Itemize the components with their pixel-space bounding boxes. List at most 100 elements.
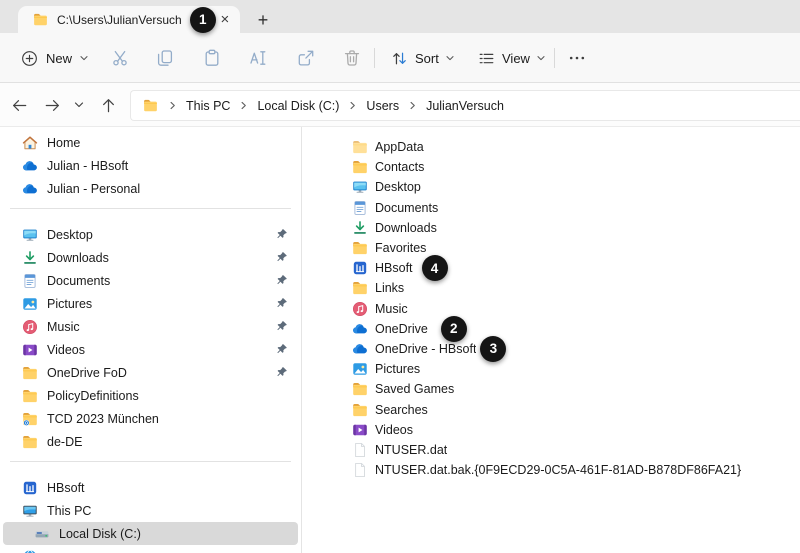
breadcrumb-item-julianversuch[interactable]: JulianVersuch <box>425 97 505 115</box>
paste-button[interactable] <box>195 41 229 75</box>
toolbar-separator <box>554 48 555 68</box>
drive-icon <box>34 526 50 542</box>
chevron-down-icon <box>445 53 455 63</box>
file-appdata[interactable]: AppData <box>352 137 800 157</box>
sidebar-item-policydefinitions[interactable]: PolicyDefinitions <box>0 384 301 407</box>
tab-current[interactable]: C:\Users\JulianVersuch 1 × <box>18 6 240 33</box>
back-button[interactable] <box>3 89 35 121</box>
new-tab-button[interactable]: + <box>250 7 276 33</box>
sidebar-item-tcd-2023-m-nchen[interactable]: TCD 2023 München <box>0 407 301 430</box>
share-icon <box>296 48 316 68</box>
sidebar-item-label: Home <box>47 136 80 150</box>
arrow-up-icon <box>99 96 118 115</box>
sidebar-item-label: de-DE <box>47 435 82 449</box>
sidebar-item-desktop[interactable]: Desktop <box>0 223 301 246</box>
file-videos[interactable]: Videos <box>352 420 800 440</box>
sidebar-item-label: Julian - HBsoft <box>47 159 128 173</box>
sidebar-item-local-disk-c[interactable]: Local Disk (C:) <box>3 522 298 545</box>
sidebar-item-home[interactable]: Home <box>0 131 301 154</box>
pictures-icon <box>22 296 38 312</box>
file-music[interactable]: Music <box>352 299 800 319</box>
sidebar-item-label: HBsoft <box>47 481 85 495</box>
file-desktop[interactable]: Desktop <box>352 177 800 197</box>
sidebar-item-partial[interactable] <box>0 545 301 553</box>
videos-icon <box>22 342 38 358</box>
breadcrumb-item-this-pc[interactable]: This PC <box>185 97 231 115</box>
pin-icon <box>276 297 288 312</box>
file-list-pane: AppData Contacts Desktop Documents Downloads… <box>303 127 800 553</box>
chevron-down-icon <box>536 53 546 63</box>
file-favorites[interactable]: Favorites <box>352 238 800 258</box>
sidebar-item-label: OneDrive FoD <box>47 366 127 380</box>
sidebar-item-documents[interactable]: Documents <box>0 269 301 292</box>
chevron-down-icon <box>79 53 89 63</box>
copy-button[interactable] <box>148 41 182 75</box>
sidebar-item-label: This PC <box>47 504 91 518</box>
file-name: HBsoft <box>375 261 413 275</box>
folder-icon <box>22 365 38 381</box>
sidebar-item-pictures[interactable]: Pictures <box>0 292 301 315</box>
file-name: Contacts <box>375 160 424 174</box>
sidebar-item-de-de[interactable]: de-DE <box>0 430 301 453</box>
sidebar-item-videos[interactable]: Videos <box>0 338 301 361</box>
breadcrumb-item-users[interactable]: Users <box>365 97 400 115</box>
file-pictures[interactable]: Pictures <box>352 359 800 379</box>
file-links[interactable]: Links <box>352 278 800 298</box>
file-onedrive-hbsoft[interactable]: OneDrive - HBsoft3 <box>352 339 800 359</box>
file-name: Desktop <box>375 180 421 194</box>
file-onedrive[interactable]: OneDrive 2 <box>352 319 800 339</box>
sidebar-item-this-pc[interactable]: This PC <box>0 499 301 522</box>
folder-icon <box>143 98 158 113</box>
share-button[interactable] <box>289 41 323 75</box>
hbsoft-icon <box>352 260 368 276</box>
file-name: Favorites <box>375 241 426 255</box>
chevron-right-icon <box>168 100 177 111</box>
file-searches[interactable]: Searches <box>352 399 800 419</box>
sidebar-item-onedrive-fod[interactable]: OneDrive FoD <box>0 361 301 384</box>
file-name: Pictures <box>375 362 420 376</box>
file-documents[interactable]: Documents <box>352 198 800 218</box>
file-ntuser-dat[interactable]: NTUSER.dat <box>352 440 800 460</box>
up-button[interactable] <box>92 89 124 121</box>
sidebar-item-music[interactable]: Music <box>0 315 301 338</box>
new-button[interactable]: New <box>10 41 99 75</box>
sidebar-item-hbsoft[interactable]: HBsoft <box>0 476 301 499</box>
sidebar-item-downloads[interactable]: Downloads <box>0 246 301 269</box>
file-name: Downloads <box>375 221 437 235</box>
chevron-right-icon <box>239 100 248 111</box>
file-name: OneDrive <box>375 322 428 336</box>
sidebar-item-label: Documents <box>47 274 110 288</box>
file-icon <box>352 462 368 478</box>
file-name: Documents <box>375 201 438 215</box>
recent-locations-button[interactable] <box>66 89 92 121</box>
downloads-icon <box>352 220 368 236</box>
music-icon <box>22 319 38 335</box>
rename-icon <box>248 48 268 68</box>
file-saved-games[interactable]: Saved Games <box>352 379 800 399</box>
pin-icon <box>276 343 288 358</box>
address-bar[interactable]: This PC Local Disk (C:) Users JulianVersuch <box>130 90 800 121</box>
pictures-icon <box>352 361 368 377</box>
breadcrumb-item-local-disk-c[interactable]: Local Disk (C:) <box>256 97 340 115</box>
forward-button[interactable] <box>36 89 68 121</box>
sort-button[interactable]: Sort <box>384 41 461 75</box>
file-ntuser-dat-bak-0f9ecd29-0c5a-461f-81ad-b878df86fa21[interactable]: NTUSER.dat.bak.{0F9ECD29-0C5A-461F-81AD-… <box>352 460 800 480</box>
annotation-badge-2: 2 <box>441 316 467 342</box>
file-downloads[interactable]: Downloads <box>352 218 800 238</box>
delete-button[interactable] <box>335 41 369 75</box>
pin-icon <box>276 366 288 381</box>
file-hbsoft[interactable]: HBsoft4 <box>352 258 800 278</box>
view-button[interactable]: View <box>471 41 552 75</box>
more-options-button[interactable] <box>560 41 594 75</box>
sidebar-item-julian-hbsoft[interactable]: Julian - HBsoft <box>0 154 301 177</box>
view-button-label: View <box>502 51 530 66</box>
file-name: NTUSER.dat <box>375 443 447 457</box>
cloud-icon <box>22 181 38 197</box>
cut-button[interactable] <box>103 41 137 75</box>
file-contacts[interactable]: Contacts <box>352 157 800 177</box>
tab-close-button[interactable]: × <box>216 9 234 31</box>
file-name: Music <box>375 302 408 316</box>
pin-icon <box>276 320 288 335</box>
rename-button[interactable] <box>241 41 275 75</box>
sidebar-item-julian-personal[interactable]: Julian - Personal <box>0 177 301 200</box>
